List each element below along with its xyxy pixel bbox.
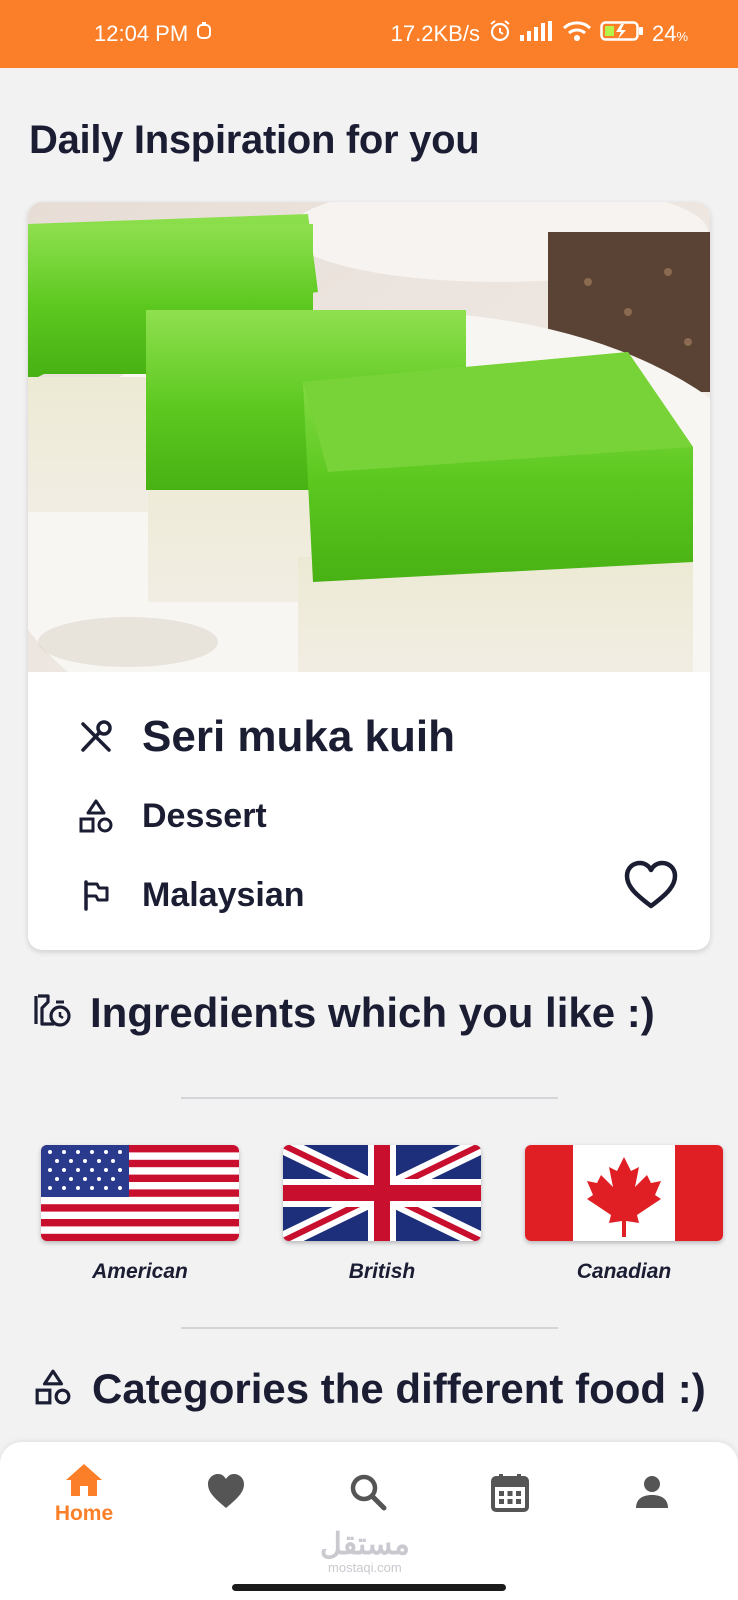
heart-icon [208,1474,244,1508]
canada-flag-image [525,1145,723,1241]
categories-section-header: Categories the different food :) [34,1365,706,1413]
nav-favorites[interactable] [176,1462,276,1542]
signal-icon [519,21,554,47]
recipe-area-row: Malaysian [76,875,305,915]
recipe-photo [28,202,710,672]
battery-level: 24% [651,21,688,46]
alarm-app-icon [196,21,212,47]
divider [181,1097,558,1099]
status-time: 12:04 PM [94,21,189,46]
daily-inspiration-title: Daily Inspiration for you [29,118,480,162]
network-speed: 17.2KB/s [390,21,480,46]
recipe-name-row: Seri muka kuih [76,712,455,762]
watermark-arabic: مستقل [320,1528,410,1561]
recipe-area: Malaysian [142,875,305,914]
watermark: مستقل mostaqi.com [320,1528,410,1576]
area-card-british[interactable] [283,1145,481,1241]
ingredients-section-header: Ingredients which you like :) [30,988,655,1037]
nav-calendar[interactable] [460,1462,560,1542]
flag-icon [76,875,116,915]
person-icon [636,1476,668,1508]
shapes-icon [34,1368,72,1411]
bottom-navigation: Home [0,1442,738,1600]
alarm-clock-icon [488,19,512,49]
heart-outline-icon [624,860,678,909]
nav-home-label: Home [54,1502,114,1525]
watermark-latin: mostaqi.com [328,1560,402,1575]
area-label-american: American [92,1260,188,1283]
area-label-canadian: Canadian [576,1260,672,1283]
ingredients-title: Ingredients which you like :) [90,988,655,1036]
area-card-american[interactable] [41,1145,239,1241]
status-bar: 12:04 PM 17.2KB/s 24% [0,0,738,68]
area-card-canadian[interactable] [525,1145,723,1241]
search-icon [350,1474,387,1511]
recipe-category-row: Dessert [76,796,267,836]
shapes-icon [76,796,116,836]
utensils-icon [76,717,116,757]
home-icon [66,1464,102,1496]
recipe-category: Dessert [142,796,267,835]
uk-flag-image [283,1145,481,1241]
battery-icon [600,20,644,48]
area-label-british: British [348,1260,416,1283]
nav-profile[interactable] [602,1462,702,1542]
calendar-icon [491,1474,529,1512]
ingredient-timer-icon [30,988,74,1037]
daily-recipe-card[interactable]: Seri muka kuih Dessert Malaysian [28,202,710,950]
nav-home[interactable]: Home [34,1462,134,1542]
wifi-icon [562,20,592,48]
us-flag-image [41,1145,239,1241]
divider [181,1327,558,1329]
recipe-name: Seri muka kuih [142,712,456,761]
favorite-button[interactable] [623,858,679,914]
gesture-home-bar[interactable] [232,1584,506,1591]
categories-title: Categories the different food :) [92,1365,706,1412]
